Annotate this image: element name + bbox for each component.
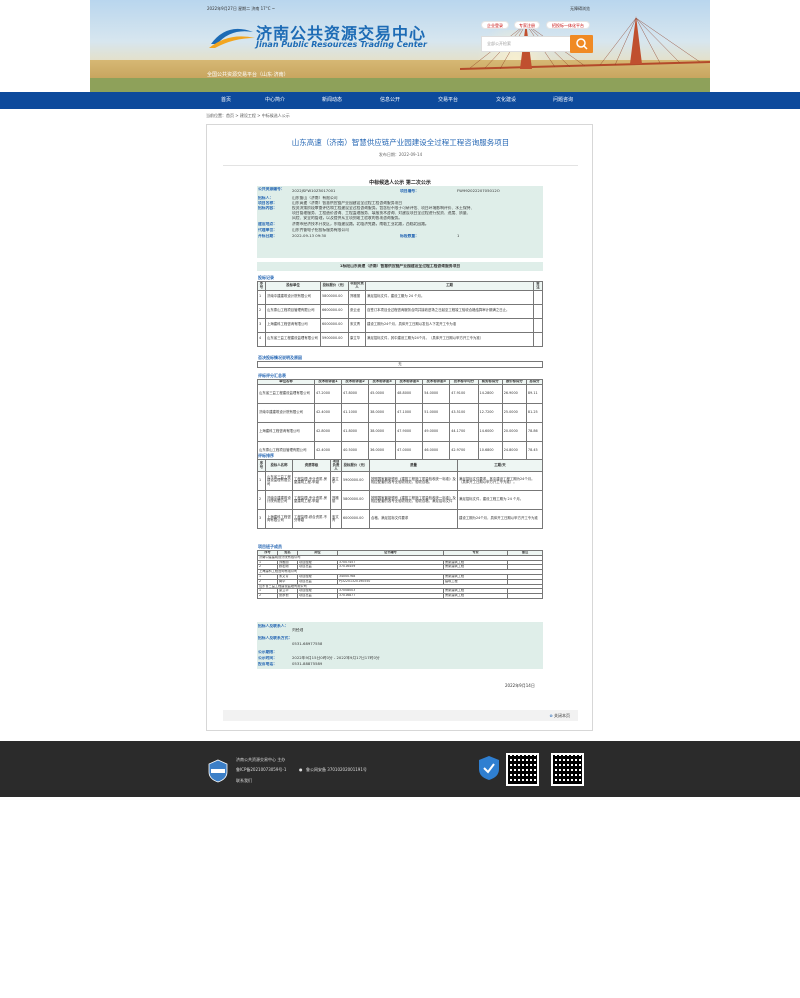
table-row: 2 张永祯 项目总监 37016877 房屋建筑工程 — [257, 593, 543, 599]
table-row: 3 上海建科工程咨询有限公司 工程监理-综合资质-不分等级 宋文青 6000000.00… — [257, 509, 543, 530]
close-bar: ⊗ 关闭本页 — [223, 710, 578, 721]
reject-table: 无 — [257, 361, 543, 368]
article-panel: 山东高速（济南）智慧供应链产业园建设全过程工程咨询服务项目 发布日期：2022-… — [206, 124, 593, 731]
search-input[interactable]: 全部公开检索 — [481, 36, 571, 52]
announcement-heading: 中标候选人公示 第二次公示 — [369, 180, 431, 186]
expert-register-button[interactable]: 专家注册 — [514, 21, 540, 29]
search-button[interactable] — [570, 35, 593, 53]
ranking-table: 序号 投标人名称 资质等级 项目负责人 投标报价（元） 质量 工期/天 1 山东省三益工程建设… — [257, 458, 543, 530]
article-title: 山东高速（济南）智慧供应链产业园建设全过程工程咨询服务项目 — [291, 138, 510, 147]
gov-badge-icon[interactable] — [208, 759, 228, 783]
date-weather: 2022年9月27日 星期二 济南 17°C ~ — [207, 6, 276, 11]
footer-host: 济南公共资源交易中心 主办 — [236, 757, 286, 762]
nav-consult[interactable]: 问题咨询 — [538, 92, 588, 109]
close-page-button[interactable]: ⊗ 关闭本页 — [549, 713, 570, 719]
publish-time: 发布日期：2022-09-14 — [378, 152, 423, 157]
breadcrumb[interactable]: 当前位置：首页 > 建设工程 > 中标候选人公示 — [206, 113, 290, 119]
main-nav: 首页 中心简介 新闻动态 信息公开 交易平台 文化建设 问题咨询 — [0, 92, 800, 109]
table-row: 1 济南中建建筑设计院有限公司 5800000.00 郑雅丽 满足招标文件，建设工期为 … — [257, 289, 543, 305]
team-table: 序号 姓名 岗位 证书编号 专业 备注 济南中建建筑设计院有限公司 1 郑雅丽 项目经理 370… — [257, 550, 543, 599]
table-row: 3 上海建科工程咨询有限公司 6000000.00 宋文青 建设工期为24个月，具体开工… — [257, 317, 543, 333]
qrcode-wechat — [506, 753, 539, 786]
footer-police[interactable]: 鲁公网安备 37010202001191号 — [306, 767, 367, 773]
table-row: 2 山东泰山工程项目管理有限公司 6600000.00 张云龙 自签订本项目全过程咨询服… — [257, 303, 543, 319]
section-title: 1标段山东高速（济南）智慧供应链产业园建设全过程工程咨询服务项目 — [339, 264, 461, 268]
police-icon: ● — [299, 767, 303, 772]
site-title-en: Jinan Public Resources Trading Center — [256, 40, 427, 49]
enterprise-login-button[interactable]: 企业登录 — [481, 21, 509, 29]
table-row: 山东泰山工程项目管理有限公司 42.4000 40.5000 36.0000 47.00… — [257, 440, 544, 461]
search-icon — [576, 38, 588, 50]
site-check-icon[interactable] — [478, 755, 500, 781]
table-row: 山东省三益工程建设监理有限公司 47.2000 47.8000 45.0000 48.8… — [257, 383, 544, 404]
footer-icp[interactable]: 鲁ICP备20210073059号-1 — [236, 767, 286, 773]
qrcode-app — [551, 753, 584, 786]
table-row: 1 山东省三益工程建设监理有限公司 工程监理-专业资质-房屋建筑工程-甲级 康立华 59… — [257, 471, 543, 492]
nav-trading[interactable]: 交易平台 — [423, 92, 473, 109]
nav-info[interactable]: 信息公开 — [365, 92, 415, 109]
logo-icon — [209, 28, 255, 48]
footer: 济南公共资源交易中心 主办 鲁ICP备20210073059号-1 ● 鲁公网安… — [0, 741, 800, 797]
nav-home[interactable]: 首页 — [201, 92, 251, 109]
announcement-document: 中标候选人公示 第二次公示 公共资源编号： 2022JSFW10Z5017001… — [257, 177, 544, 669]
table-row: 2 济南中建建筑设计院有限公司 工程监理-专业资质-房屋建筑工程-甲级 郑雅丽 5800… — [257, 490, 543, 511]
table-row: 上海建科工程咨询有限公司 42.8000 41.8000 38.0000 47.9000… — [257, 421, 544, 442]
table-row: 济南中建建筑设计院有限公司 42.4000 41.1000 38.0000 47.100… — [257, 402, 544, 423]
score-summary-table: 单位名称 技术标评委1 技术标评委2 技术标评委3 技术标评委4 技术标评委5 技术标平均分… — [257, 379, 544, 461]
nav-about[interactable]: 中心简介 — [250, 92, 300, 109]
nav-news[interactable]: 新闻动态 — [307, 92, 357, 109]
bidding-platform-button[interactable]: 招投标一体化平台 — [546, 21, 590, 29]
bid-record-table: 序号 投标单位 投标报价（元） 项目负责人 工期 备注 1 济南中建建筑设计院有限公司 580… — [257, 281, 543, 347]
platform-label: 全国公共资源交易平台（山东·济南） — [207, 72, 289, 78]
nav-culture[interactable]: 文化建设 — [481, 92, 531, 109]
sign-date: 2022年9月14日 — [505, 683, 535, 688]
table-row: 4 山东省三益工程建设监理有限公司 5900000.00 康立华 满足招标文件，其中建设… — [257, 331, 543, 347]
accessibility-link[interactable]: 无障碍浏览 — [570, 6, 590, 12]
footer-contact[interactable]: 联系我们 — [236, 778, 252, 784]
